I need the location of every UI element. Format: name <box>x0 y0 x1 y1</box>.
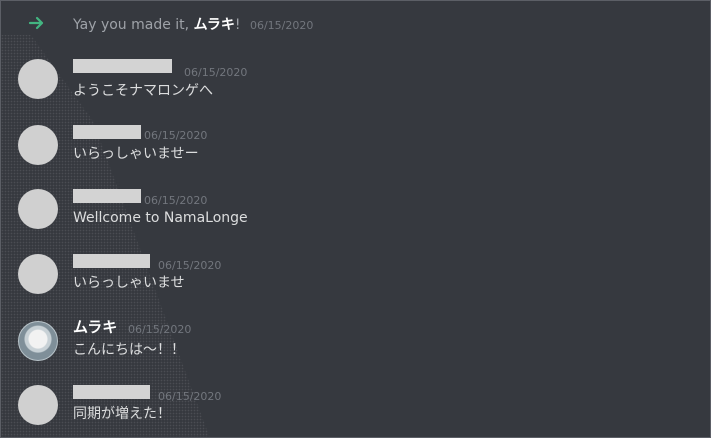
message-timestamp: 06/15/2020 <box>184 66 248 79</box>
placeholder-avatar[interactable] <box>18 189 58 229</box>
message-timestamp: 06/15/2020 <box>158 390 222 403</box>
placeholder-avatar[interactable] <box>18 125 58 165</box>
message-timestamp: 06/15/2020 <box>128 323 192 336</box>
message-text: ようこそナマロンゲへ <box>73 83 213 99</box>
message-item: 06/15/2020 Wellcome to NamaLonge <box>1 177 710 243</box>
chat-message-list: Yay you made it, ムラキ! 06/15/2020 06/15/2… <box>0 0 711 438</box>
system-message-suffix: ! <box>234 17 241 33</box>
system-message-user[interactable]: ムラキ <box>194 17 235 33</box>
message-text: こんにちは〜！！ <box>73 342 185 358</box>
system-message-prefix: Yay you made it, <box>73 17 194 33</box>
message-timestamp: 06/15/2020 <box>144 194 208 207</box>
placeholder-avatar[interactable] <box>18 254 58 294</box>
message-text: いらっしゃいませー <box>73 146 199 162</box>
message-timestamp: 06/15/2020 <box>158 259 222 272</box>
redacted-author-name[interactable] <box>73 254 150 268</box>
message-timestamp: 06/15/2020 <box>144 129 208 142</box>
message-item: 06/15/2020 ようこそナマロンゲへ <box>1 47 710 113</box>
user-avatar-image[interactable] <box>18 321 58 361</box>
author-name[interactable]: ムラキ <box>73 318 117 336</box>
system-message-text: Yay you made it, ムラキ! 06/15/2020 <box>73 16 313 35</box>
message-text: 同期が増えた！ <box>73 406 171 422</box>
message-item: 06/15/2020 いらっしゃいませー <box>1 113 710 179</box>
message-text: いらっしゃいませ <box>73 275 185 291</box>
redacted-author-name[interactable] <box>73 59 172 73</box>
redacted-author-name[interactable] <box>73 385 150 399</box>
message-item: 06/15/2020 同期が増えた！ <box>1 373 710 437</box>
message-item: 06/15/2020 いらっしゃいませ <box>1 242 710 308</box>
placeholder-avatar[interactable] <box>18 59 58 99</box>
placeholder-avatar[interactable] <box>18 385 58 425</box>
system-message-timestamp: 06/15/2020 <box>249 19 314 32</box>
message-item: ムラキ 06/15/2020 こんにちは〜！！ <box>1 309 710 375</box>
redacted-author-name[interactable] <box>73 189 141 203</box>
join-arrow-icon <box>28 16 44 30</box>
system-join-message: Yay you made it, ムラキ! 06/15/2020 <box>1 1 710 47</box>
message-text: Wellcome to NamaLonge <box>73 210 248 226</box>
redacted-author-name[interactable] <box>73 125 141 139</box>
